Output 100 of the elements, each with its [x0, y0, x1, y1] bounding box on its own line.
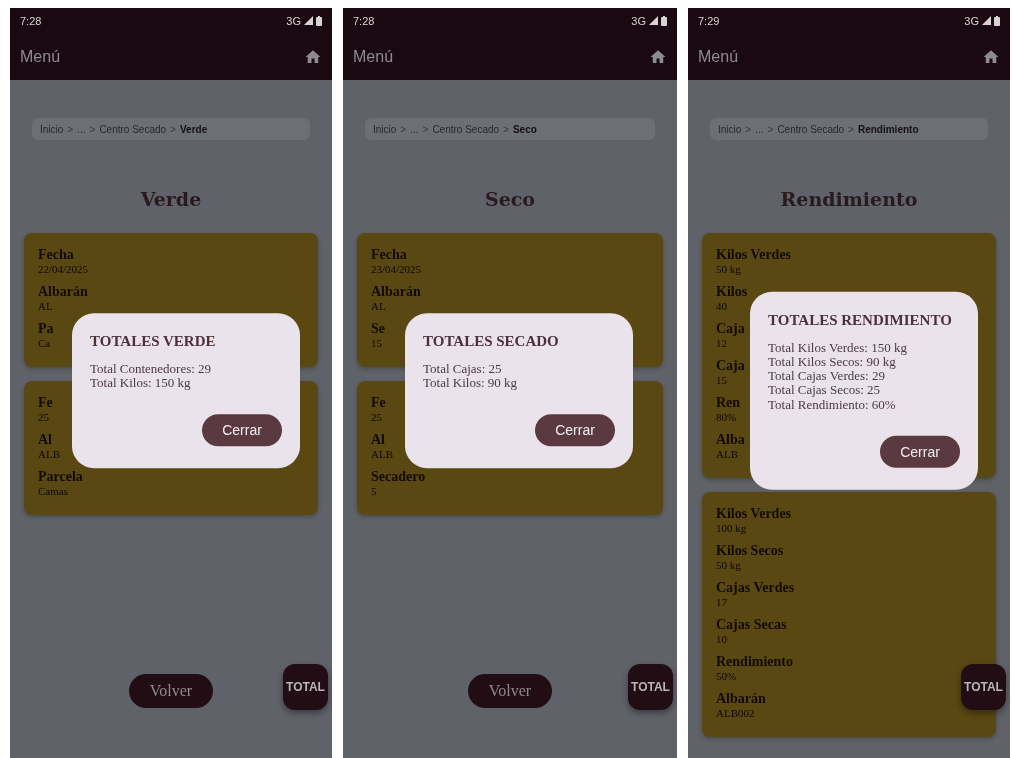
field-label: Rendimiento	[716, 654, 793, 670]
signal-icon	[304, 16, 313, 25]
breadcrumb-separator: >	[745, 123, 752, 135]
field-label: Pa	[38, 321, 54, 337]
field-label: Fecha	[38, 247, 74, 263]
field-label: Alba	[716, 432, 745, 448]
breadcrumb-item[interactable]: Rendimiento	[857, 123, 919, 135]
back-button[interactable]: Volver	[468, 674, 552, 708]
field-label: Secadero	[371, 469, 426, 485]
field-value: 25	[371, 411, 382, 423]
total-button[interactable]: TOTAL	[283, 664, 328, 710]
breadcrumb-item[interactable]: Verde	[179, 123, 208, 135]
field-label: Se	[371, 321, 385, 337]
field-value: 12	[716, 337, 727, 349]
breadcrumb-item[interactable]: Seco	[512, 123, 537, 135]
battery-icon	[661, 15, 667, 26]
field-label: Caja	[716, 358, 745, 374]
signal-icon	[649, 16, 658, 25]
breadcrumb-separator: >	[503, 123, 509, 135]
field-label: Albarán	[38, 284, 88, 300]
dialog-text: Total Kilos: 90 kg	[423, 376, 519, 391]
breadcrumb-separator: >	[67, 123, 74, 135]
breadcrumb-separator: >	[422, 123, 429, 135]
network-type: 3G	[631, 14, 646, 27]
dialog-text: Total Cajas: 25	[423, 361, 503, 376]
back-button[interactable]: Volver	[129, 674, 213, 708]
total-button[interactable]: TOTAL	[628, 664, 673, 710]
dialog-title: TOTALES RENDIMIENTO	[768, 311, 953, 329]
field-value: 5	[371, 485, 377, 497]
breadcrumb-item[interactable]: Centro Secado	[777, 123, 845, 135]
dialog-text: Total Cajas Verdes: 29	[768, 368, 885, 384]
field-value: AL	[371, 300, 386, 312]
breadcrumb-separator: >	[767, 123, 774, 135]
page-title: Rendimiento	[779, 188, 919, 210]
field-value: 50%	[716, 670, 737, 682]
field-label: Ren	[716, 395, 741, 411]
dialog-title: TOTALES VERDE	[90, 332, 217, 350]
field-value: AL	[38, 300, 53, 312]
dialog-text: Total Cajas Secos: 25	[768, 383, 882, 398]
field-label: Fe	[38, 395, 53, 411]
field-value: 10	[716, 633, 727, 645]
page-title: Verde	[139, 188, 203, 210]
close-button[interactable]: Cerrar	[535, 414, 615, 447]
breadcrumb-separator: >	[400, 123, 407, 135]
field-value: 15	[371, 337, 382, 349]
breadcrumb-separator: >	[848, 123, 854, 135]
battery-icon	[994, 15, 1000, 26]
field-label: Kilos Verdes	[716, 247, 792, 263]
field-value: 50 kg	[716, 559, 741, 571]
field-label: Albarán	[716, 691, 766, 707]
breadcrumb-item[interactable]: Inicio	[373, 123, 397, 135]
status-time: 7:28	[20, 14, 42, 27]
dialog-text: Total Kilos Verdes: 150 kg	[768, 340, 908, 355]
field-value: 22/04/2025	[38, 263, 89, 275]
dialog-text: Total Kilos: 150 kg	[90, 376, 192, 391]
field-value: 25	[38, 411, 49, 423]
field-value: 50 kg	[716, 263, 741, 275]
field-label: Cajas Verdes	[716, 580, 795, 596]
close-button[interactable]: Cerrar	[202, 414, 282, 447]
menu-title[interactable]: Menú	[353, 47, 394, 66]
total-button[interactable]: TOTAL	[961, 664, 1006, 710]
dialog-text: Total Kilos Secos: 90 kg	[768, 354, 896, 369]
breadcrumb-item[interactable]: ...	[755, 123, 764, 135]
field-label: Cajas Secas	[716, 617, 787, 633]
field-value: 100 kg	[716, 522, 747, 534]
field-label: Al	[38, 432, 52, 448]
field-value: 15	[716, 374, 727, 386]
breadcrumb-item[interactable]: ...	[410, 123, 419, 135]
breadcrumb-item[interactable]: Centro Secado	[432, 123, 500, 135]
page-title: Seco	[483, 188, 537, 210]
field-label: Kilos Secos	[716, 543, 784, 559]
field-label: Parcela	[38, 469, 83, 485]
menu-title[interactable]: Menú	[20, 47, 61, 66]
close-button[interactable]: Cerrar	[880, 435, 960, 468]
breadcrumb-separator: >	[89, 123, 96, 135]
dialog-title: TOTALES SECADO	[423, 332, 560, 350]
menu-title[interactable]: Menú	[698, 47, 739, 66]
network-type: 3G	[286, 14, 301, 27]
field-label: Albarán	[371, 284, 421, 300]
field-value: ALB	[716, 448, 738, 460]
field-label: Fecha	[371, 247, 407, 263]
network-type: 3G	[964, 14, 979, 27]
field-label: Kilos Verdes	[716, 506, 792, 522]
breadcrumb-item[interactable]: ...	[77, 123, 86, 135]
field-value: 80%	[716, 411, 737, 423]
field-value: 23/04/2025	[371, 263, 422, 275]
field-value: 17	[716, 596, 727, 608]
field-value: ALB002	[716, 707, 755, 719]
status-time: 7:29	[698, 14, 720, 27]
field-label: Al	[371, 432, 385, 448]
breadcrumb-item[interactable]: Inicio	[718, 123, 742, 135]
breadcrumb-item[interactable]: Inicio	[40, 123, 64, 135]
dialog-text: Total Contenedores: 29	[90, 361, 213, 376]
field-label: Kilos	[716, 284, 748, 300]
dialog-text: Total Rendimiento: 60%	[768, 397, 897, 412]
field-label: Fe	[371, 395, 386, 411]
status-time: 7:28	[353, 14, 375, 27]
signal-icon	[982, 16, 991, 25]
breadcrumb-item[interactable]: Centro Secado	[99, 123, 167, 135]
breadcrumb-separator: >	[170, 123, 176, 135]
